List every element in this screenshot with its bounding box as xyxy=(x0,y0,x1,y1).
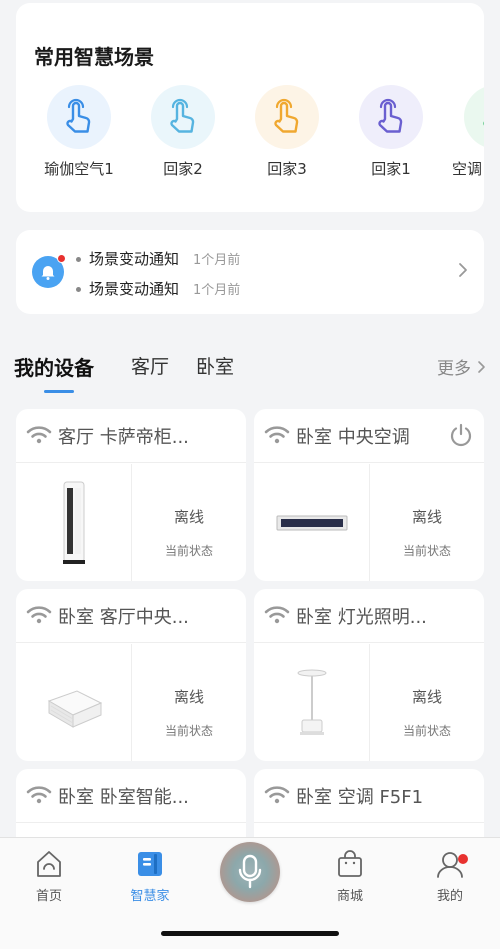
tab-my-devices[interactable]: 我的设备 xyxy=(14,352,94,381)
device-name: 客厅 卡萨帝柜... xyxy=(58,427,189,448)
device-name: 卧室 中央空调 xyxy=(296,427,410,448)
tab-label: 首页 xyxy=(35,889,62,904)
wifi-icon xyxy=(26,606,52,624)
touch-icon xyxy=(359,85,423,149)
voice-assistant-button[interactable] xyxy=(220,842,280,902)
device-status: 离线 xyxy=(173,688,204,706)
device-card[interactable]: 卧室 中央空调 离线 当前状态 xyxy=(254,409,484,581)
notice-card[interactable]: 场景变动通知 1个月前 场景变动通知 1个月前 xyxy=(16,230,484,314)
device-image-hub xyxy=(16,644,131,761)
touch-icon xyxy=(151,85,215,149)
scene-label: 空调 xyxy=(452,160,483,178)
device-status-label: 当前状态 xyxy=(164,544,213,558)
power-icon[interactable] xyxy=(448,422,474,448)
shopping-bag-icon xyxy=(320,848,380,880)
device-tabs: 我的设备 客厅 卧室 更多 xyxy=(14,352,486,393)
wifi-icon xyxy=(264,606,290,624)
device-status-label: 当前状态 xyxy=(164,724,213,738)
chevron-right-icon[interactable] xyxy=(458,262,468,282)
scene-label: 回家1 xyxy=(371,160,411,178)
notice-item: 场景变动通知 1个月前 xyxy=(76,278,240,299)
more-button[interactable]: 更多 xyxy=(437,354,486,379)
chevron-right-icon xyxy=(478,360,485,373)
tab-home[interactable]: 首页 xyxy=(19,848,79,904)
user-icon xyxy=(420,848,480,880)
device-status: 离线 xyxy=(173,508,204,526)
wifi-icon xyxy=(264,426,290,444)
scenes-title: 常用智慧场景 xyxy=(34,45,154,69)
scene-label: 回家2 xyxy=(163,160,203,178)
device-status: 离线 xyxy=(411,508,442,526)
home-icon xyxy=(19,848,79,880)
device-card[interactable]: 卧室 灯光照明... 离线 当前状态 xyxy=(254,589,484,761)
notice-item: 场景变动通知 1个月前 xyxy=(76,248,240,269)
scene-item-home-3[interactable]: 回家3 xyxy=(237,85,337,179)
device-image-fridge xyxy=(16,464,131,581)
device-status-label: 当前状态 xyxy=(402,724,451,738)
device-name: 卧室 客厅中央... xyxy=(58,607,189,628)
wifi-icon xyxy=(26,786,52,804)
notice-time: 1个月前 xyxy=(193,253,241,268)
wifi-icon xyxy=(26,426,52,444)
tab-label: 智慧家 xyxy=(130,889,170,904)
tab-me[interactable]: 我的 xyxy=(420,848,480,904)
scene-label: 回家3 xyxy=(267,160,307,178)
notice-text: 场景变动通知 xyxy=(89,280,180,298)
scene-item-aircon[interactable]: 空调 xyxy=(432,85,484,179)
notice-text: 场景变动通知 xyxy=(89,250,180,268)
touch-icon xyxy=(255,85,319,149)
device-card[interactable]: 客厅 卡萨帝柜... 离线 当前状态 xyxy=(16,409,246,581)
scene-item-home-1[interactable]: 回家1 xyxy=(341,85,441,179)
device-name: 卧室 灯光照明... xyxy=(296,607,427,628)
scene-item-yoga-air[interactable]: 瑜伽空气1 xyxy=(29,85,129,179)
touch-icon xyxy=(464,85,484,149)
home-indicator xyxy=(161,931,339,936)
device-status-label: 当前状态 xyxy=(402,544,451,558)
scene-item-home-2[interactable]: 回家2 xyxy=(133,85,233,179)
active-tab-indicator xyxy=(44,390,74,393)
scenes-card: 常用智慧场景 瑜伽空气1 回家2 回家3 回家1 空调 xyxy=(16,3,484,212)
device-image-aircon xyxy=(254,464,369,581)
notice-time: 1个月前 xyxy=(193,283,241,298)
smart-home-icon xyxy=(120,848,180,880)
notification-dot xyxy=(57,254,66,263)
tab-bedroom[interactable]: 卧室 xyxy=(196,352,234,379)
tab-living-room[interactable]: 客厅 xyxy=(131,352,169,379)
scene-label: 瑜伽空气1 xyxy=(44,160,114,178)
device-card[interactable]: 卧室 客厅中央... 离线 当前状态 xyxy=(16,589,246,761)
touch-icon xyxy=(47,85,111,149)
more-label: 更多 xyxy=(437,359,471,379)
notification-dot xyxy=(458,854,468,864)
tab-smart-home[interactable]: 智慧家 xyxy=(120,848,180,904)
bell-icon xyxy=(32,254,66,288)
device-name: 卧室 卧室智能... xyxy=(58,787,189,808)
tab-label: 我的 xyxy=(436,889,463,904)
device-status: 离线 xyxy=(411,688,442,706)
wifi-icon xyxy=(264,786,290,804)
tab-mall[interactable]: 商城 xyxy=(320,848,380,904)
microphone-icon xyxy=(238,854,262,889)
device-name: 卧室 空调 F5F1 xyxy=(296,787,424,808)
tab-label: 商城 xyxy=(336,889,363,904)
device-image-floor-lamp xyxy=(254,644,369,761)
